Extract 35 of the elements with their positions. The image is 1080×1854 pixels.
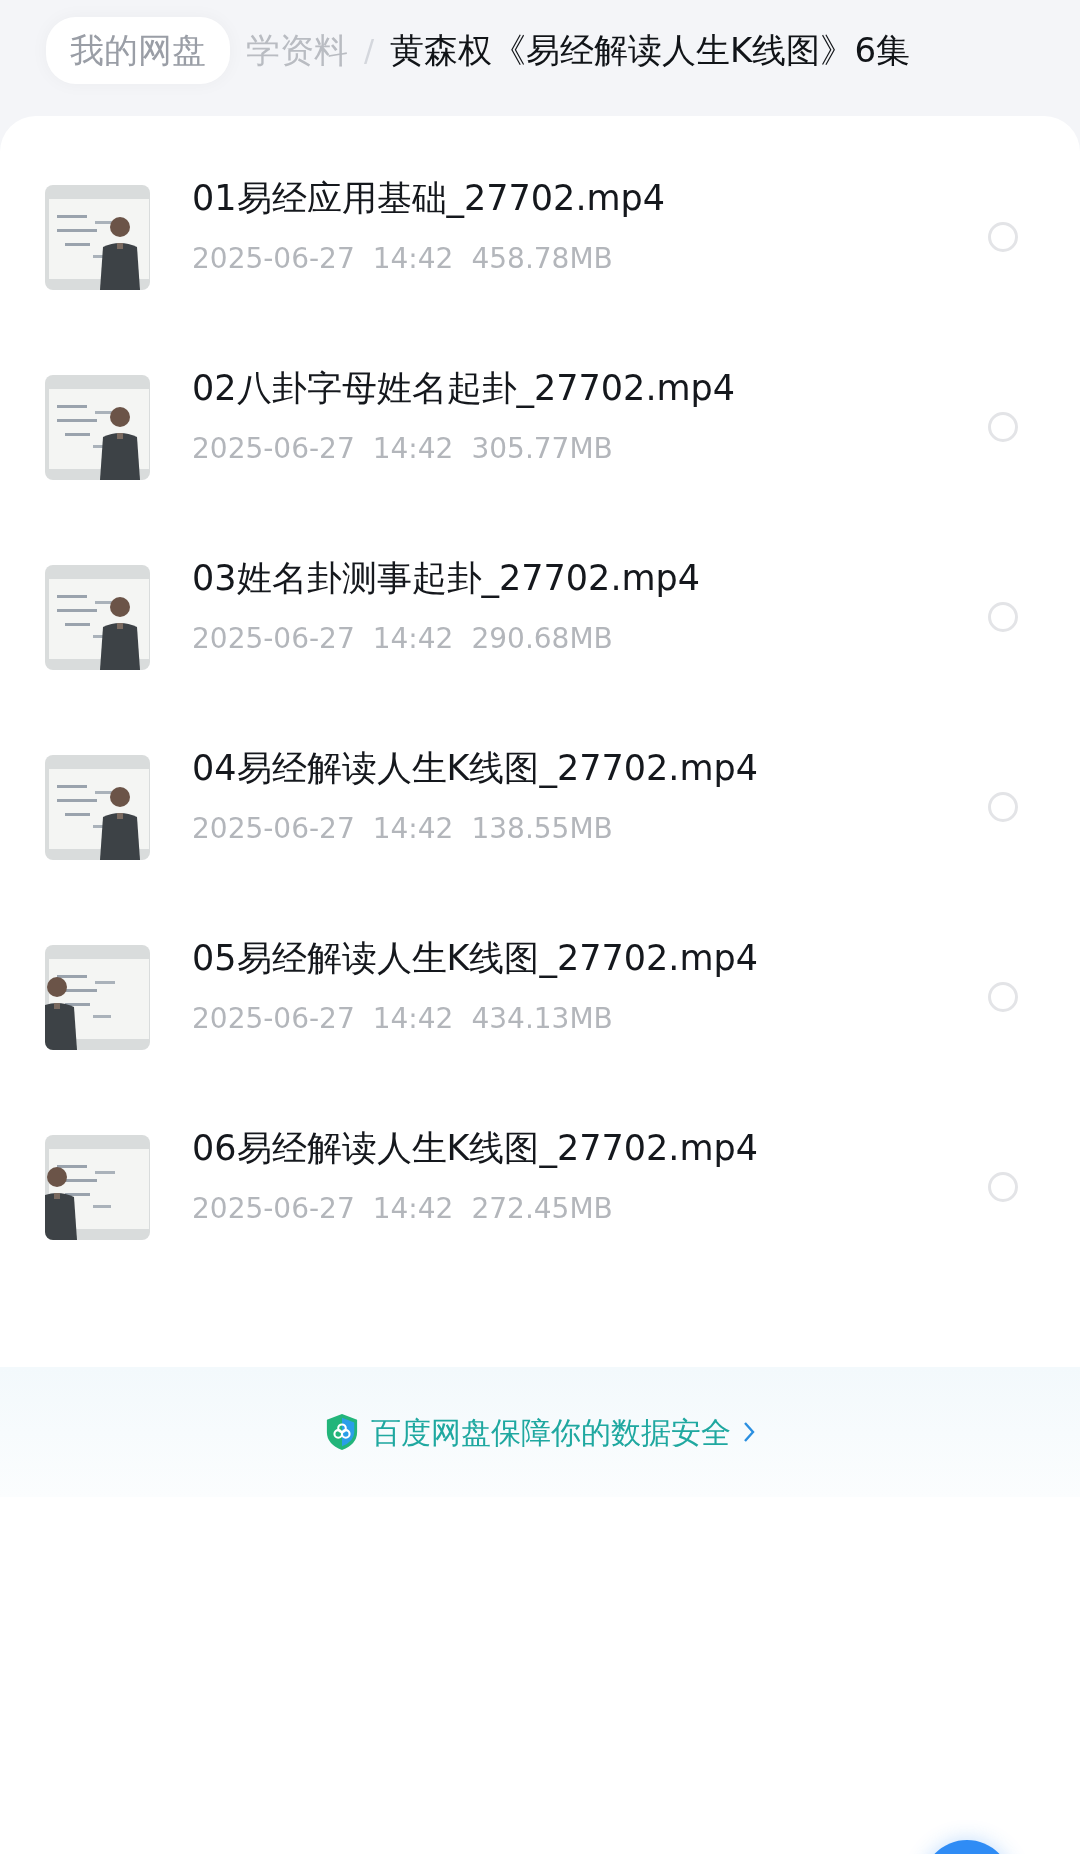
select-radio[interactable] bbox=[988, 1172, 1018, 1202]
select-radio[interactable] bbox=[988, 982, 1018, 1012]
file-name[interactable]: 04易经解读人生K线图_27702.mp4 bbox=[192, 741, 988, 795]
file-size: 434.13MB bbox=[471, 1001, 613, 1038]
file-time: 14:42 bbox=[372, 241, 454, 278]
breadcrumb-item[interactable]: 黄森权《易经解读人生K线图》6集 bbox=[390, 24, 911, 76]
file-date: 2025-06-27 bbox=[192, 1191, 355, 1228]
select-radio[interactable] bbox=[988, 602, 1018, 632]
file-size: 305.77MB bbox=[471, 431, 613, 468]
file-date: 2025-06-27 bbox=[192, 1001, 355, 1038]
file-name[interactable]: 05易经解读人生K线图_27702.mp4 bbox=[192, 931, 988, 985]
file-name[interactable]: 01易经应用基础_27702.mp4 bbox=[192, 171, 988, 225]
file-date: 2025-06-27 bbox=[192, 241, 355, 278]
file-size: 290.68MB bbox=[471, 621, 613, 658]
file-size: 138.55MB bbox=[471, 811, 613, 848]
file-size: 272.45MB bbox=[471, 1191, 613, 1228]
file-time: 14:42 bbox=[372, 431, 454, 468]
file-time: 14:42 bbox=[372, 811, 454, 848]
file-name[interactable]: 03姓名卦测事起卦_27702.mp4 bbox=[192, 551, 988, 605]
file-date: 2025-06-27 bbox=[192, 621, 355, 658]
breadcrumb-separator: / bbox=[364, 31, 375, 70]
file-date: 2025-06-27 bbox=[192, 811, 355, 848]
file-size: 458.78MB bbox=[471, 241, 613, 278]
select-radio[interactable] bbox=[988, 222, 1018, 252]
shield-icon bbox=[325, 1413, 359, 1451]
select-radio[interactable] bbox=[988, 412, 1018, 442]
file-time: 14:42 bbox=[372, 621, 454, 658]
file-name[interactable]: 06易经解读人生K线图_27702.mp4 bbox=[192, 1121, 988, 1175]
file-time: 14:42 bbox=[372, 1191, 454, 1228]
file-time: 14:42 bbox=[372, 1001, 454, 1038]
file-name[interactable]: 02八卦字母姓名起卦_27702.mp4 bbox=[192, 361, 988, 415]
file-date: 2025-06-27 bbox=[192, 431, 355, 468]
banner-text: 百度网盘保障你的数据安全 bbox=[371, 1413, 731, 1452]
chevron-right-icon bbox=[743, 1421, 755, 1443]
select-radio[interactable] bbox=[988, 792, 1018, 822]
